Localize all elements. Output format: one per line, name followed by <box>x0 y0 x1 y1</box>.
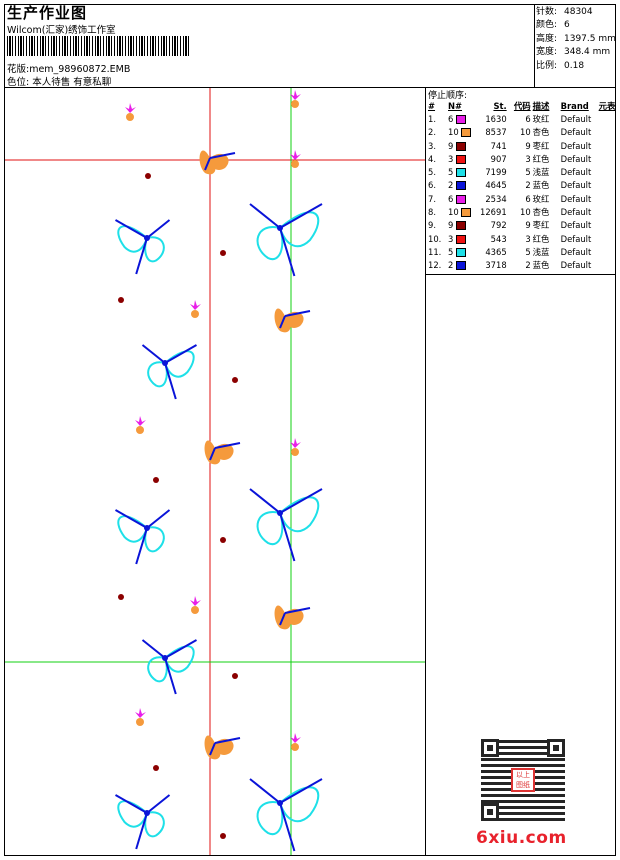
studio-name: Wilcom(汇家)绣饰工作室 <box>7 25 116 36</box>
butterfly-head <box>162 655 168 661</box>
butterfly-wing <box>256 511 284 546</box>
stop-sequence-table: # N# St. 代码 描述 Brand 元表 1. 6 1630 6 玫红 Defau… <box>427 99 616 272</box>
color-swatch <box>456 168 467 178</box>
bud-leaf <box>290 733 301 743</box>
butterfly-head <box>162 360 168 366</box>
bud-flower <box>291 448 299 456</box>
bud-flower <box>191 310 199 318</box>
color-swatch <box>456 181 467 191</box>
stop-row: 5. 5 7199 5 浅蓝 Default <box>428 167 592 178</box>
butterfly-wing <box>144 811 165 838</box>
bud-flower <box>191 606 199 614</box>
stitch-dot <box>153 765 159 771</box>
stitch-dot <box>153 477 159 483</box>
butterfly-wing <box>144 236 165 263</box>
stitch-dot <box>220 250 226 256</box>
bud-leaf <box>190 300 201 310</box>
stitch-dot <box>232 673 238 679</box>
butterfly-head <box>277 800 283 806</box>
color-line: 色位: 本人待售 有意私聊 <box>7 74 111 88</box>
color-swatch <box>456 247 467 257</box>
stop-row: 12. 2 3718 2 蓝色 Default <box>428 260 592 271</box>
stitch-dot <box>118 594 124 600</box>
butterfly-head <box>144 235 150 241</box>
bud-flower <box>291 100 299 108</box>
stop-row: 11. 5 4365 5 浅蓝 Default <box>428 246 592 257</box>
butterfly-wing <box>147 361 168 388</box>
bud-flower <box>136 718 144 726</box>
color-swatch <box>456 141 467 151</box>
stat-scale: 比例: 0.18 <box>536 60 585 71</box>
stat-stitches: 针数: 48304 <box>536 7 593 17</box>
color-swatch <box>456 194 467 204</box>
table-header-row: # N# St. 代码 描述 Brand 元表 <box>428 100 616 111</box>
watermark-logo: 6xiu.com <box>476 828 567 848</box>
color-swatch <box>456 234 467 244</box>
stop-row: 10. 3 543 3 红色 Default <box>428 233 592 244</box>
stop-row: 8. 10 12691 10 杏色 Default <box>428 207 592 218</box>
butterfly-head <box>144 810 150 816</box>
butterfly-head <box>277 225 283 231</box>
color-swatch <box>461 128 472 138</box>
stop-row: 7. 6 2534 6 玫红 Default <box>428 193 592 204</box>
color-swatch <box>456 114 467 124</box>
stitch-dot <box>220 833 226 839</box>
barcode <box>7 36 189 56</box>
stitch-dot <box>220 537 226 543</box>
stop-row: 9. 9 792 9 枣红 Default <box>428 220 592 231</box>
embroidery-design-area <box>5 88 425 855</box>
butterfly-wing <box>147 656 168 683</box>
sheet-title: 生产作业图 <box>7 4 88 22</box>
bud-leaf <box>125 103 136 113</box>
bud-flower <box>136 426 144 434</box>
bud-flower <box>291 743 299 751</box>
table-bottom-divider <box>425 274 616 275</box>
bud-leaf <box>135 416 146 426</box>
stop-row: 6. 2 4645 2 蓝色 Default <box>428 180 592 191</box>
butterfly-wing <box>256 226 284 261</box>
stat-height: 高度: 1397.5 mm <box>536 33 616 44</box>
bud-leaf <box>190 596 201 606</box>
bud-leaf <box>290 90 301 100</box>
stitch-dot <box>118 297 124 303</box>
stats-panel: 针数: 48304 颜色: 6 高度: 1397.5 mm 宽度: 348.4 mm 比… <box>536 6 616 73</box>
color-swatch <box>461 208 472 218</box>
stop-row: 4. 3 907 3 红色 Default <box>428 153 592 164</box>
color-swatch <box>456 221 467 231</box>
bud-leaf <box>290 438 301 448</box>
color-swatch <box>456 154 467 164</box>
bud-flower <box>291 160 299 168</box>
stop-row: 1. 6 1630 6 玫红 Default <box>428 113 592 124</box>
butterfly-head <box>277 510 283 516</box>
butterfly-wing <box>144 526 165 553</box>
butterfly-head <box>144 525 150 531</box>
butterfly-wing <box>256 801 284 836</box>
bud-flower <box>126 113 134 121</box>
stats-divider <box>534 4 535 88</box>
red-seal-stamp: 以上图纸 <box>511 768 535 792</box>
stat-width: 宽度: 348.4 mm <box>536 47 611 58</box>
stat-colors: 颜色: 6 <box>536 20 570 31</box>
color-swatch <box>456 261 467 271</box>
panel-divider <box>425 87 426 856</box>
bud-leaf <box>135 708 146 718</box>
stitch-dot <box>232 377 238 383</box>
stop-row: 2. 10 8537 10 杏色 Default <box>428 127 592 138</box>
pattern-line: 花版:mem_98960872.EMB <box>7 61 130 75</box>
stitch-dot <box>145 173 151 179</box>
stop-row: 3. 9 741 9 枣红 Default <box>428 140 592 151</box>
bud-leaf <box>290 150 301 160</box>
